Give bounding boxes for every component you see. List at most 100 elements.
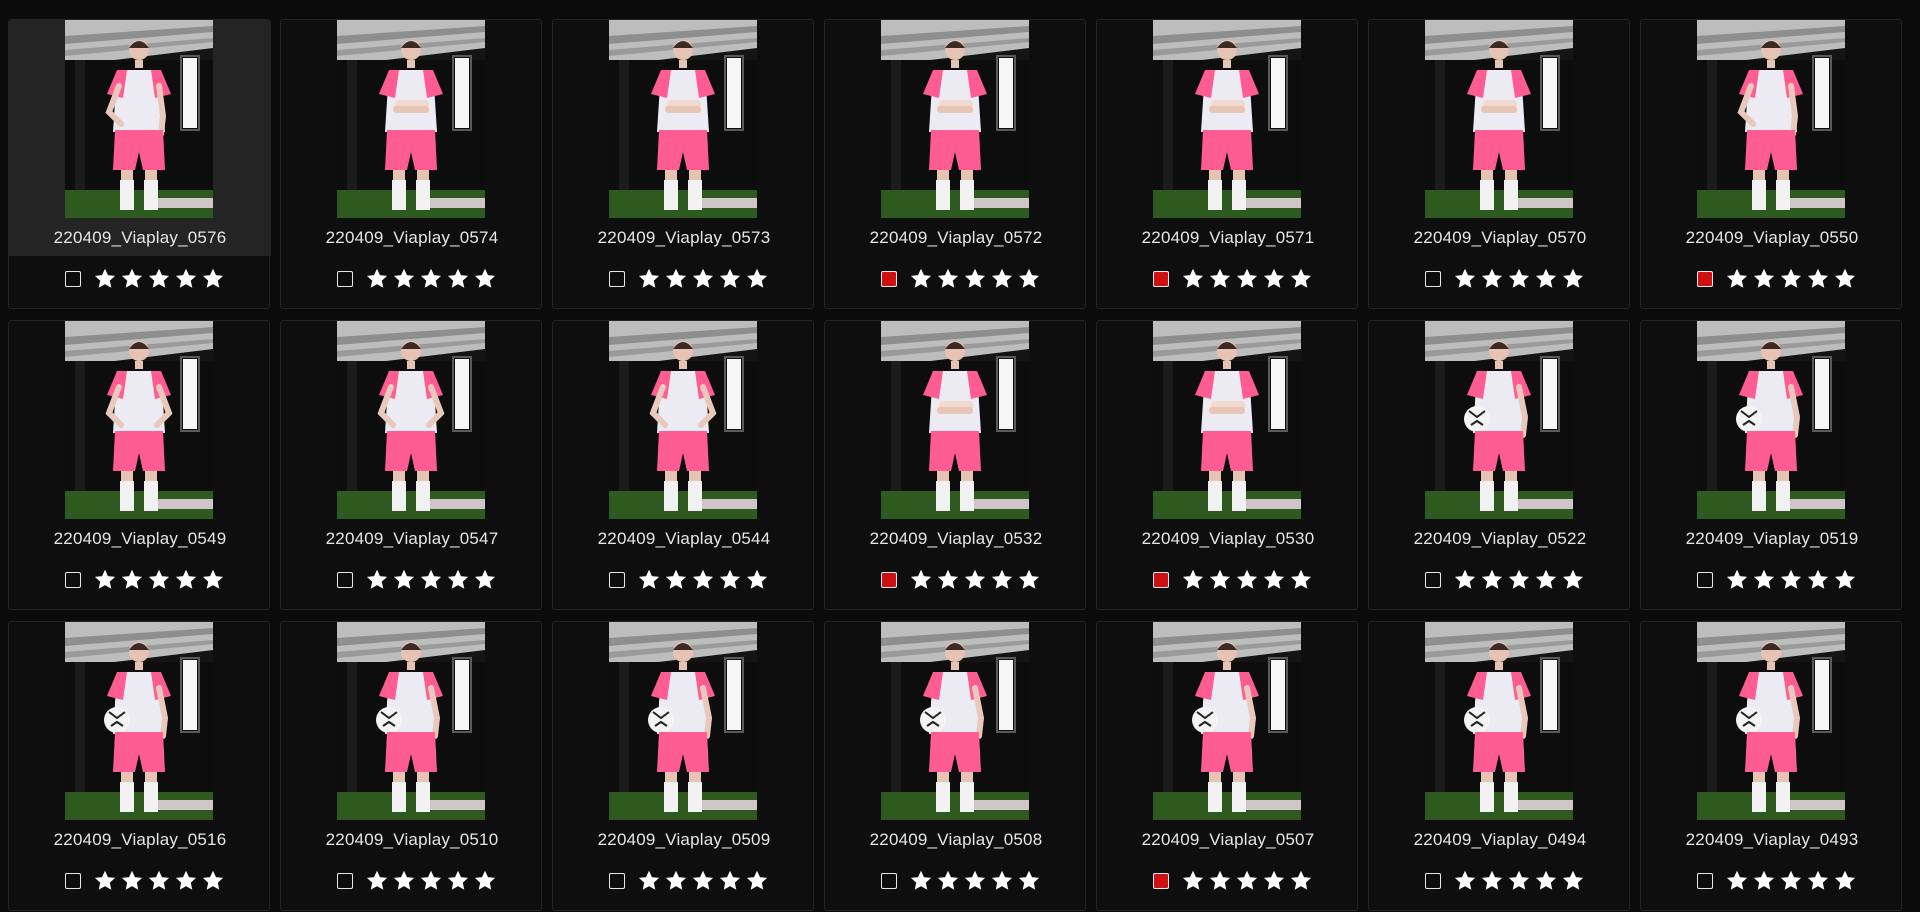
star-icon[interactable] <box>990 569 1014 591</box>
star-rating[interactable] <box>1453 569 1585 591</box>
star-icon[interactable] <box>1017 569 1041 591</box>
star-icon[interactable] <box>1235 268 1259 290</box>
star-rating[interactable] <box>909 268 1041 290</box>
photo-thumbnail[interactable] <box>881 321 1029 519</box>
star-icon[interactable] <box>909 569 933 591</box>
photo-card[interactable]: 220409_Viaplay_0572 <box>824 19 1086 309</box>
checkbox-flag-icon[interactable] <box>609 572 625 588</box>
star-icon[interactable] <box>990 870 1014 892</box>
star-icon[interactable] <box>691 569 715 591</box>
star-icon[interactable] <box>1561 569 1585 591</box>
star-rating[interactable] <box>1181 870 1313 892</box>
star-rating[interactable] <box>637 569 769 591</box>
star-icon[interactable] <box>1208 870 1232 892</box>
photo-thumbnail[interactable] <box>1425 622 1573 820</box>
star-rating[interactable] <box>1453 870 1585 892</box>
star-icon[interactable] <box>1833 569 1857 591</box>
star-rating[interactable] <box>909 569 1041 591</box>
star-icon[interactable] <box>147 870 171 892</box>
star-icon[interactable] <box>745 268 769 290</box>
checkbox-flag-icon[interactable] <box>881 572 897 588</box>
photo-card[interactable]: 220409_Viaplay_0576 <box>8 19 271 309</box>
photo-card[interactable]: 220409_Viaplay_0507 <box>1096 621 1358 911</box>
star-icon[interactable] <box>963 569 987 591</box>
star-icon[interactable] <box>1208 268 1232 290</box>
star-icon[interactable] <box>392 569 416 591</box>
checkbox-flag-icon[interactable] <box>1153 572 1169 588</box>
star-icon[interactable] <box>1779 569 1803 591</box>
star-icon[interactable] <box>1534 870 1558 892</box>
star-icon[interactable] <box>93 268 117 290</box>
star-icon[interactable] <box>147 268 171 290</box>
photo-thumbnail[interactable] <box>337 622 485 820</box>
photo-thumbnail[interactable] <box>609 622 757 820</box>
star-icon[interactable] <box>637 268 661 290</box>
star-icon[interactable] <box>1480 569 1504 591</box>
star-rating[interactable] <box>365 268 497 290</box>
star-icon[interactable] <box>1453 870 1477 892</box>
checkbox-flag-icon[interactable] <box>337 572 353 588</box>
photo-card[interactable]: 220409_Viaplay_0547 <box>280 320 542 610</box>
star-icon[interactable] <box>147 569 171 591</box>
star-icon[interactable] <box>691 268 715 290</box>
star-icon[interactable] <box>664 268 688 290</box>
photo-thumbnail[interactable] <box>1153 622 1301 820</box>
star-rating[interactable] <box>1181 569 1313 591</box>
star-icon[interactable] <box>1181 268 1205 290</box>
star-icon[interactable] <box>1561 870 1585 892</box>
photo-thumbnail[interactable] <box>65 622 213 820</box>
checkbox-flag-icon[interactable] <box>609 271 625 287</box>
photo-thumbnail[interactable] <box>1697 321 1845 519</box>
photo-card[interactable]: 220409_Viaplay_0510 <box>280 621 542 911</box>
photo-thumbnail[interactable] <box>1697 622 1845 820</box>
star-rating[interactable] <box>637 268 769 290</box>
star-icon[interactable] <box>365 569 389 591</box>
photo-thumbnail[interactable] <box>1425 20 1573 218</box>
star-icon[interactable] <box>1833 268 1857 290</box>
star-icon[interactable] <box>1752 268 1776 290</box>
star-icon[interactable] <box>1208 569 1232 591</box>
star-icon[interactable] <box>120 870 144 892</box>
star-icon[interactable] <box>392 870 416 892</box>
star-icon[interactable] <box>392 268 416 290</box>
star-icon[interactable] <box>93 870 117 892</box>
photo-thumbnail[interactable] <box>609 321 757 519</box>
star-icon[interactable] <box>120 268 144 290</box>
photo-card[interactable]: 220409_Viaplay_0573 <box>552 19 814 309</box>
photo-thumbnail[interactable] <box>881 20 1029 218</box>
photo-card[interactable]: 220409_Viaplay_0550 <box>1640 19 1902 309</box>
checkbox-flag-icon[interactable] <box>337 873 353 889</box>
star-icon[interactable] <box>120 569 144 591</box>
photo-thumbnail[interactable] <box>65 321 213 519</box>
checkbox-flag-icon[interactable] <box>1697 271 1713 287</box>
star-icon[interactable] <box>174 569 198 591</box>
star-icon[interactable] <box>1480 268 1504 290</box>
star-icon[interactable] <box>446 268 470 290</box>
checkbox-flag-icon[interactable] <box>609 873 625 889</box>
star-rating[interactable] <box>93 870 225 892</box>
checkbox-flag-icon[interactable] <box>1697 873 1713 889</box>
photo-card[interactable]: 220409_Viaplay_0508 <box>824 621 1086 911</box>
star-icon[interactable] <box>365 870 389 892</box>
photo-card[interactable]: 220409_Viaplay_0574 <box>280 19 542 309</box>
checkbox-flag-icon[interactable] <box>1153 873 1169 889</box>
star-rating[interactable] <box>1725 870 1857 892</box>
star-icon[interactable] <box>718 268 742 290</box>
star-icon[interactable] <box>1289 569 1313 591</box>
star-icon[interactable] <box>1752 569 1776 591</box>
star-icon[interactable] <box>691 870 715 892</box>
star-rating[interactable] <box>1725 569 1857 591</box>
star-icon[interactable] <box>1534 268 1558 290</box>
star-icon[interactable] <box>1725 569 1749 591</box>
star-icon[interactable] <box>1181 870 1205 892</box>
star-icon[interactable] <box>1507 870 1531 892</box>
star-icon[interactable] <box>1235 870 1259 892</box>
star-icon[interactable] <box>963 870 987 892</box>
star-icon[interactable] <box>664 569 688 591</box>
star-icon[interactable] <box>1017 870 1041 892</box>
checkbox-flag-icon[interactable] <box>337 271 353 287</box>
star-icon[interactable] <box>637 569 661 591</box>
star-icon[interactable] <box>419 870 443 892</box>
photo-thumbnail[interactable] <box>65 20 213 218</box>
checkbox-flag-icon[interactable] <box>1697 572 1713 588</box>
